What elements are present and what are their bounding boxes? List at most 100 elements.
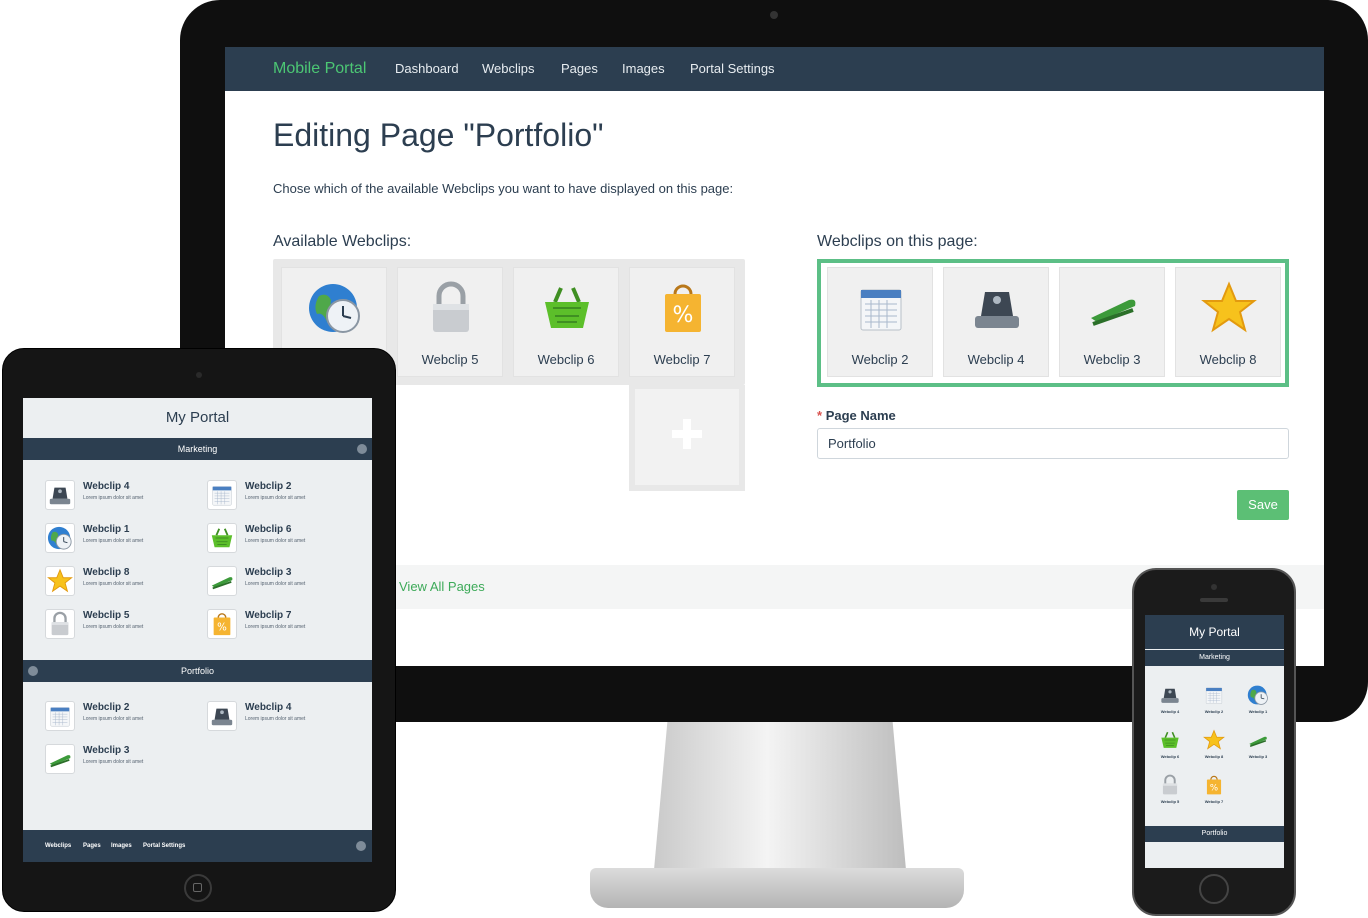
phone-section-header-portfolio[interactable]: Portfolio [1145, 826, 1284, 842]
phone-webclip-item[interactable]: Webclip 3 [1238, 729, 1278, 769]
calendar-icon [45, 701, 75, 731]
webclip-name: Webclip 4 [245, 702, 292, 713]
page-description: Chose which of the available Webclips yo… [273, 181, 734, 196]
tablet-nav-pages[interactable]: Pages [83, 830, 101, 862]
webclip-name: Webclip 2 [245, 481, 292, 492]
nav-images[interactable]: Images [622, 47, 665, 91]
collapse-arrow-icon[interactable] [357, 444, 367, 454]
tablet-webclip-item[interactable]: Webclip 5 Lorem ipsum dolor sit amet [45, 609, 205, 645]
phone-webclip-item[interactable]: Webclip 7 [1194, 774, 1234, 814]
phone-screen: My Portal Marketing Webclip 4 Webclip 2 … [1145, 615, 1284, 868]
shopping-bag-icon [207, 609, 237, 639]
webclip-tile[interactable]: Webclip 3 [1059, 267, 1165, 377]
tablet-webclip-item[interactable]: Webclip 8 Lorem ipsum dolor sit amet [45, 566, 205, 602]
hole-punch-icon [1159, 684, 1181, 706]
webclips-on-page-heading: Webclips on this page: [817, 233, 978, 250]
webclip-name: Webclip 6 [1160, 754, 1180, 759]
tablet-webclip-item[interactable]: Webclip 2 Lorem ipsum dolor sit amet [207, 480, 367, 516]
plus-icon-bar [672, 430, 702, 438]
webclip-name: Webclip 4 [83, 481, 130, 492]
hole-punch-icon [45, 480, 75, 510]
webclip-name: Webclip 6 [245, 524, 292, 535]
section-title: Portfolio [1201, 830, 1228, 837]
tablet-webclip-item[interactable]: Webclip 2 Lorem ipsum dolor sit amet [45, 701, 205, 737]
star-icon [1203, 729, 1225, 751]
webclip-tile[interactable]: Webclip 2 [827, 267, 933, 377]
phone-webclip-item[interactable]: Webclip 2 [1194, 684, 1234, 724]
phone-webclip-item[interactable]: Webclip 1 [1238, 684, 1278, 724]
star-icon [45, 566, 75, 596]
tablet-webclip-item[interactable]: Webclip 3 Lorem ipsum dolor sit amet [207, 566, 367, 602]
webclip-name: Webclip 3 [1248, 754, 1268, 759]
nav-webclips[interactable]: Webclips [482, 47, 535, 91]
webclip-tile[interactable]: Webclip 8 [1175, 267, 1281, 377]
save-button[interactable]: Save [1237, 490, 1289, 520]
phone-webclip-item[interactable]: Webclip 6 [1150, 729, 1190, 769]
webclip-name: Webclip 7 [1204, 799, 1224, 804]
webclip-tile[interactable]: Webclip 6 [513, 267, 619, 377]
tablet-webclip-item[interactable]: Webclip 7 Lorem ipsum dolor sit amet [207, 609, 367, 645]
tablet-nav-images[interactable]: Images [111, 830, 132, 862]
tablet-webclip-item[interactable]: Webclip 1 Lorem ipsum dolor sit amet [45, 523, 205, 559]
iphone-home-button [1199, 874, 1229, 904]
phone-section-header-marketing[interactable]: Marketing [1145, 650, 1284, 666]
page-name-input[interactable]: Portfolio [817, 428, 1289, 459]
globe-clock-icon [1247, 684, 1269, 706]
top-navbar: Mobile Portal Dashboard Webclips Pages I… [225, 47, 1324, 91]
webclip-description: Lorem ipsum dolor sit amet [245, 538, 306, 544]
expand-arrow-icon[interactable] [28, 666, 38, 676]
imac-stand-base [590, 868, 964, 908]
webclip-name: Webclip 3 [83, 745, 130, 756]
page-name-label: * Page Name [817, 408, 896, 423]
tablet-webclip-item[interactable]: Webclip 4 Lorem ipsum dolor sit amet [207, 701, 367, 737]
tablet-nav-portal-settings[interactable]: Portal Settings [143, 830, 185, 862]
webclip-description: Lorem ipsum dolor sit amet [245, 716, 306, 722]
brand-link[interactable]: Mobile Portal [273, 47, 366, 91]
nav-dashboard[interactable]: Dashboard [395, 47, 459, 91]
tablet-screen: My Portal Marketing Webclip 4 Lorem ipsu… [23, 398, 372, 862]
shopping-basket-icon [207, 523, 237, 553]
tablet-webclip-item[interactable]: Webclip 3 Lorem ipsum dolor sit amet [45, 744, 205, 780]
globe-clock-icon [45, 523, 75, 553]
page-title: Editing Page "Portfolio" [273, 117, 604, 153]
webclip-name: Webclip 8 [83, 567, 130, 578]
phone-webclip-item[interactable]: Webclip 8 [1194, 729, 1234, 769]
ipad-home-button-icon [193, 883, 202, 892]
scroll-up-arrow-icon[interactable] [356, 841, 366, 851]
webclip-description: Lorem ipsum dolor sit amet [83, 538, 144, 544]
webclip-name: Webclip 5 [83, 610, 130, 621]
tablet-section-header-marketing[interactable]: Marketing [23, 438, 372, 460]
webclip-tile[interactable]: Webclip 4 [943, 267, 1049, 377]
view-all-pages-link[interactable]: View All Pages [399, 579, 485, 594]
tablet-footer-nav: Webclips Pages Images Portal Settings [23, 830, 372, 862]
phone-webclip-item[interactable]: Webclip 4 [1150, 684, 1190, 724]
webclip-name: Webclip 4 [1160, 709, 1180, 714]
nav-portal-settings[interactable]: Portal Settings [690, 47, 775, 91]
webclip-tile[interactable]: Webclip 5 [397, 267, 503, 377]
padlock-icon [1159, 774, 1181, 796]
hole-punch-icon [969, 280, 1025, 336]
calendar-icon [853, 280, 909, 336]
section-title: Marketing [177, 444, 218, 454]
tablet-webclip-item[interactable]: Webclip 4 Lorem ipsum dolor sit amet [45, 480, 205, 516]
nav-pages[interactable]: Pages [561, 47, 598, 91]
add-webclip-button[interactable] [635, 389, 739, 485]
tablet-webclip-item[interactable]: Webclip 6 Lorem ipsum dolor sit amet [207, 523, 367, 559]
tablet-section-header-portfolio[interactable]: Portfolio [23, 660, 372, 682]
webclip-tile-label: Webclip 3 [1083, 352, 1141, 367]
add-webclip-slot[interactable] [629, 385, 745, 491]
required-marker: * [817, 408, 823, 423]
webclip-description: Lorem ipsum dolor sit amet [83, 716, 144, 722]
webclip-tile[interactable]: Webclip 7 [629, 267, 735, 377]
webclip-name: Webclip 8 [1204, 754, 1224, 759]
webclip-description: Lorem ipsum dolor sit amet [245, 581, 306, 587]
tablet-nav-webclips[interactable]: Webclips [45, 830, 71, 862]
webclip-description: Lorem ipsum dolor sit amet [245, 495, 306, 501]
ipad-camera [196, 372, 202, 378]
webclip-name: Webclip 2 [1204, 709, 1224, 714]
phone-webclip-item[interactable]: Webclip 5 [1150, 774, 1190, 814]
phone-portal-title: My Portal [1145, 615, 1284, 649]
available-webclips-heading: Available Webclips: [273, 233, 412, 250]
webclips-on-page-dropzone[interactable]: Webclip 2 Webclip 4 Webclip 3 Webclip 8 [817, 259, 1289, 387]
webclip-description: Lorem ipsum dolor sit amet [83, 581, 144, 587]
